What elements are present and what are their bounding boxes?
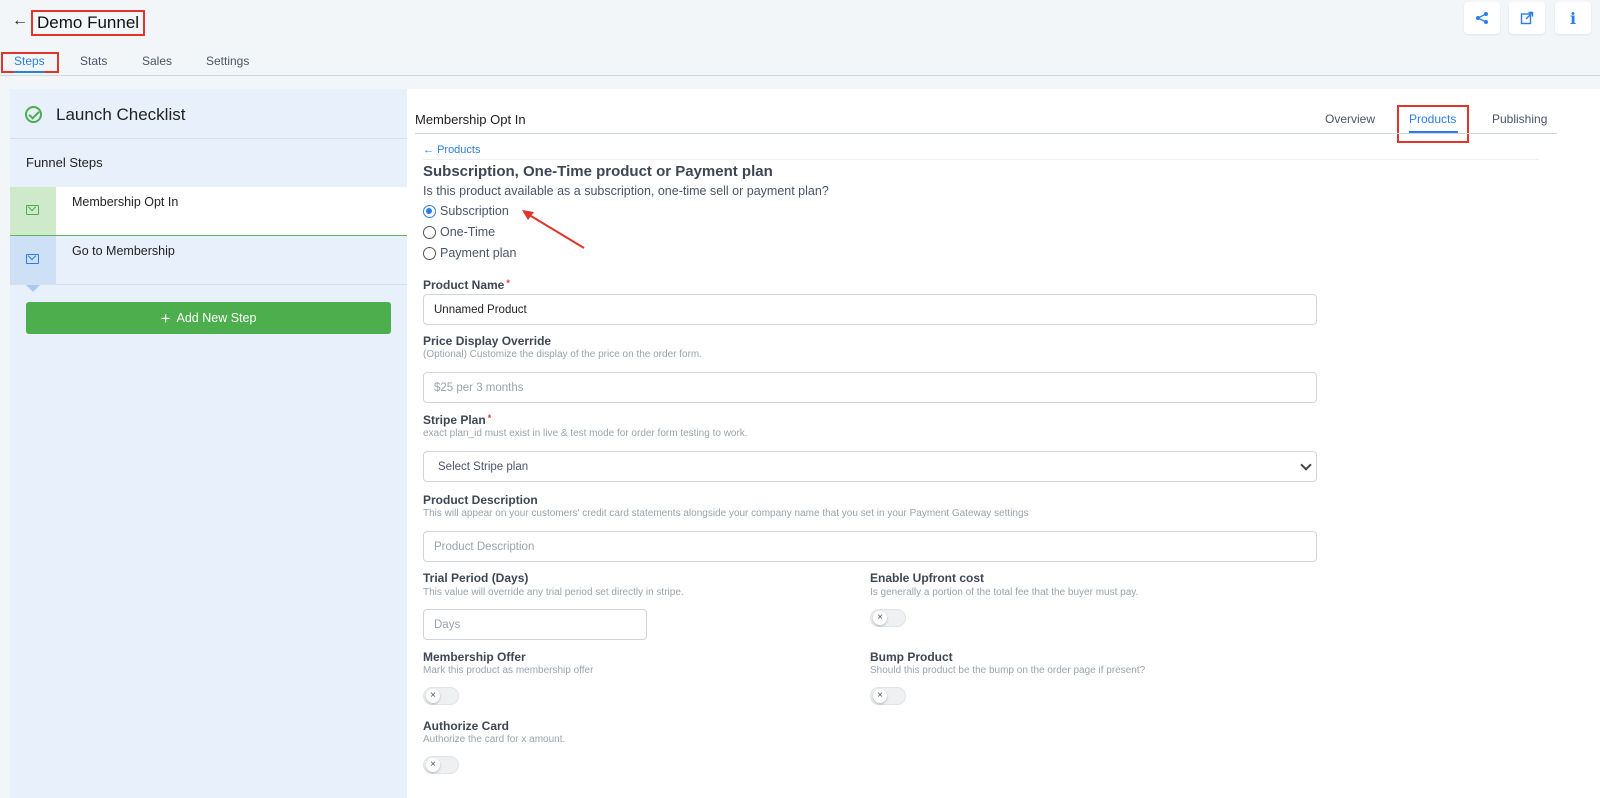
radio-subscription[interactable]: Subscription xyxy=(423,204,509,218)
check-circle-icon xyxy=(25,106,42,123)
authorize-card-toggle[interactable] xyxy=(423,756,459,774)
tab-stats[interactable]: Stats xyxy=(80,54,107,68)
radio-button[interactable] xyxy=(423,204,436,218)
back-arrow-icon[interactable]: ← xyxy=(12,12,28,30)
share-button[interactable] xyxy=(1464,2,1500,34)
steps-tab-highlight xyxy=(1,52,59,73)
tabs-divider xyxy=(415,133,1557,134)
tab-sales[interactable]: Sales xyxy=(142,54,172,68)
upfront-cost-hint: Is generally a portion of the total fee … xyxy=(870,587,1139,598)
upfront-cost-toggle[interactable] xyxy=(870,609,906,627)
step-pointer xyxy=(26,285,40,292)
step-label: Go to Membership xyxy=(72,244,175,258)
envelope-icon xyxy=(26,254,39,264)
product-name-label: Product Name * xyxy=(423,278,510,292)
product-name-input[interactable]: Unnamed Product xyxy=(423,294,1317,325)
tab-publishing[interactable]: Publishing xyxy=(1492,112,1547,126)
authorize-card-label: Authorize Card xyxy=(423,719,510,733)
add-new-step-label: Add New Step xyxy=(176,311,257,325)
section-question: Is this product available as a subscript… xyxy=(423,184,829,198)
step-title: Membership Opt In xyxy=(415,112,526,127)
stripe-plan-selected: Select Stripe plan xyxy=(438,460,529,473)
radio-payment-plan[interactable]: Payment plan xyxy=(423,246,516,260)
trial-period-label: Trial Period (Days) xyxy=(423,571,529,585)
trial-period-input[interactable]: Days xyxy=(423,609,647,640)
chevron-down-icon xyxy=(1300,459,1312,471)
sidebar: Launch Checklist Funnel Steps Membership… xyxy=(10,89,407,798)
tab-settings[interactable]: Settings xyxy=(206,54,249,68)
radio-button[interactable] xyxy=(423,246,436,260)
launch-checklist-title[interactable]: Launch Checklist xyxy=(56,105,185,125)
trial-period-hint: This value will override any trial perio… xyxy=(423,587,684,598)
tab-overview[interactable]: Overview xyxy=(1325,112,1375,126)
step-label: Membership Opt In xyxy=(72,195,179,209)
external-link-icon xyxy=(1520,11,1534,25)
radio-label: One-Time xyxy=(440,225,496,239)
funnel-steps-heading: Funnel Steps xyxy=(26,155,103,170)
breadcrumb-products[interactable]: ← Products xyxy=(423,144,480,156)
product-description-hint: This will appear on your customers' cred… xyxy=(423,508,1029,519)
steps-tab-underline xyxy=(14,71,44,73)
products-tab-highlight xyxy=(1397,105,1469,143)
bump-product-label: Bump Product xyxy=(870,650,953,664)
funnel-step-membership-opt-in[interactable]: Membership Opt In xyxy=(10,187,407,243)
add-new-step-button[interactable]: + Add New Step xyxy=(26,302,391,334)
external-link-button[interactable] xyxy=(1509,2,1545,34)
price-override-label: Price Display Override xyxy=(423,334,552,348)
price-override-hint: (Optional) Customize the display of the … xyxy=(423,349,703,360)
breadcrumb-label: Products xyxy=(437,144,481,156)
bump-product-hint: Should this product be the bump on the o… xyxy=(870,665,1146,676)
membership-offer-label: Membership Offer xyxy=(423,650,526,664)
membership-offer-toggle[interactable] xyxy=(423,687,459,705)
main-panel: Membership Opt In Overview Products Publ… xyxy=(407,89,1600,798)
stripe-plan-select[interactable]: Select Stripe plan xyxy=(423,451,1317,482)
product-description-label: Product Description xyxy=(423,493,538,507)
funnel-title: Demo Funnel xyxy=(31,10,146,36)
step-icon-bg xyxy=(10,187,56,243)
share-icon xyxy=(1476,12,1488,24)
stripe-plan-hint: exact plan_id must exist in live & test … xyxy=(423,428,748,439)
annotation-arrow-icon xyxy=(522,210,585,249)
radio-label: Payment plan xyxy=(440,246,517,260)
membership-offer-hint: Mark this product as membership offer xyxy=(423,665,594,676)
sidebar-divider xyxy=(10,138,407,139)
info-button[interactable]: i xyxy=(1555,2,1591,34)
upfront-cost-label: Enable Upfront cost xyxy=(870,571,985,585)
info-icon: i xyxy=(1569,8,1577,28)
radio-button[interactable] xyxy=(423,225,436,239)
section-title: Subscription, One-Time product or Paymen… xyxy=(423,163,773,180)
product-description-input[interactable]: Product Description xyxy=(423,531,1317,562)
price-override-input[interactable]: $25 per 3 months xyxy=(423,372,1317,403)
step-icon-bg xyxy=(10,236,56,292)
arrow-left-icon: ← xyxy=(423,144,434,156)
plus-icon: + xyxy=(160,308,171,328)
radio-one-time[interactable]: One-Time xyxy=(423,225,495,239)
stripe-plan-label: Stripe Plan * xyxy=(423,413,492,427)
breadcrumb-divider xyxy=(423,159,1539,160)
authorize-card-hint: Authorize the card for x amount. xyxy=(423,734,566,745)
radio-label: Subscription xyxy=(440,204,509,218)
envelope-icon xyxy=(26,205,39,215)
bump-product-toggle[interactable] xyxy=(870,687,906,705)
funnel-step-go-to-membership[interactable]: Go to Membership xyxy=(10,236,407,292)
